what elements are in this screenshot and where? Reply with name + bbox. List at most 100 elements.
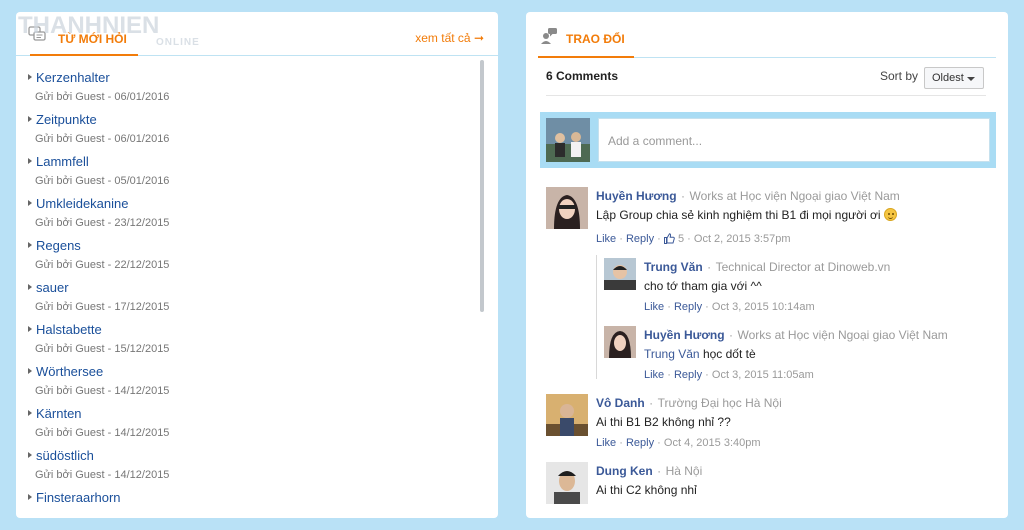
author-name[interactable]: Dung Ken (596, 464, 653, 478)
caret-right-icon (28, 284, 32, 290)
sort-dropdown[interactable]: Oldest (924, 67, 984, 89)
new-questions-title: TỪ MỚI HỎI (58, 32, 127, 46)
avatar (546, 187, 588, 229)
question-link[interactable]: Lammfell (36, 154, 89, 169)
comment: Dung Ken · Hà Nội Ai thi C2 không nhỉ (546, 462, 996, 510)
author-name[interactable]: Huyền Hương (596, 189, 677, 203)
like-link[interactable]: Like (596, 437, 616, 449)
avatar (546, 394, 588, 436)
question-meta: Gửi bởi Guest - 14/12/2015 (35, 427, 170, 439)
question-link[interactable]: Kärnten (36, 406, 82, 421)
list-item: Zeitpunkte Gửi bởi Guest - 06/01/2016 (28, 112, 478, 154)
arrow-right-icon: ➞ (473, 31, 484, 45)
question-meta: Gửi bởi Guest - 22/12/2015 (35, 259, 170, 271)
question-link[interactable]: sauer (36, 280, 69, 295)
chat-bubbles-icon (28, 26, 46, 41)
list-item: Lammfell Gửi bởi Guest - 05/01/2016 (28, 154, 478, 196)
list-item: sauer Gửi bởi Guest - 17/12/2015 (28, 280, 478, 322)
avatar (546, 462, 588, 504)
question-link[interactable]: Kerzenhalter (36, 70, 110, 85)
title-underline (30, 54, 138, 56)
like-link[interactable]: Like (644, 369, 664, 381)
reply-thread-line (596, 255, 597, 379)
timestamp[interactable]: Oct 2, 2015 3:57pm (694, 233, 791, 245)
comment-text: Ai thi C2 không nhỉ (596, 483, 697, 497)
timestamp[interactable]: Oct 4, 2015 3:40pm (664, 437, 761, 449)
like-count: 5 (677, 233, 685, 245)
avatar (604, 326, 636, 358)
timestamp[interactable]: Oct 3, 2015 11:05am (712, 369, 814, 381)
author-subtitle: Technical Director at Dinoweb.vn (715, 260, 891, 274)
author-name[interactable]: Trung Văn (644, 260, 703, 274)
question-meta: Gửi bởi Guest - 06/01/2016 (35, 91, 170, 103)
list-item: Regens Gửi bởi Guest - 22/12/2015 (28, 238, 478, 280)
author-name[interactable]: Huyền Hương (644, 328, 725, 342)
comment-text: Lập Group chia sẻ kinh nghiệm thi B1 đi … (596, 208, 897, 222)
caret-right-icon (28, 74, 32, 80)
question-meta: Gửi bởi Guest - 05/01/2016 (35, 175, 170, 187)
caret-right-icon (28, 410, 32, 416)
comment-text: Ai thi B1 B2 không nhỉ ?? (596, 415, 731, 429)
question-meta: Gửi bởi Guest - 14/12/2015 (35, 469, 170, 481)
caret-right-icon (28, 494, 32, 500)
caret-down-icon (967, 77, 975, 81)
question-link[interactable]: Umkleidekanine (36, 196, 129, 211)
question-link[interactable]: Halstabette (36, 322, 102, 337)
comment-header: Trung Văn · Technical Director at Dinowe… (644, 260, 891, 274)
list-item: südöstlich Gửi bởi Guest - 14/12/2015 (28, 448, 478, 490)
author-subtitle: Works at Học viện Ngoại giao Việt Nam (737, 328, 948, 342)
question-link[interactable]: Regens (36, 238, 81, 253)
new-comment-box: Add a comment... (540, 112, 996, 168)
list-item: Finsteraarhorn (28, 490, 478, 518)
like-link[interactable]: Like (644, 301, 664, 313)
comment-text: Trung Văn học dốt tè (644, 347, 756, 361)
caret-right-icon (28, 200, 32, 206)
reply-link[interactable]: Reply (626, 233, 654, 245)
scrollbar-thumb[interactable] (480, 60, 484, 312)
caret-right-icon (28, 326, 32, 332)
list-item: Wörthersee Gửi bởi Guest - 14/12/2015 (28, 364, 478, 406)
question-meta: Gửi bởi Guest - 17/12/2015 (35, 301, 170, 313)
caret-right-icon (28, 452, 32, 458)
author-subtitle: Hà Nội (665, 464, 703, 478)
sort-label: Sort by (880, 69, 919, 83)
timestamp[interactable]: Oct 3, 2015 10:14am (712, 301, 815, 313)
list-item: Halstabette Gửi bởi Guest - 15/12/2015 (28, 322, 478, 364)
mention-link[interactable]: Trung Văn (644, 347, 700, 361)
comment-header: Vô Danh · Trường Đại học Hà Nội (596, 396, 782, 410)
question-link[interactable]: südöstlich (36, 448, 94, 463)
question-link[interactable]: Wörthersee (36, 364, 103, 379)
title-underline (538, 56, 634, 58)
comment-actions: Like · Reply · Oct 3, 2015 11:05am (644, 369, 814, 381)
author-name[interactable]: Vô Danh (596, 396, 645, 410)
list-item: Kerzenhalter Gửi bởi Guest - 06/01/2016 (28, 70, 478, 112)
thumbs-up-icon (663, 233, 675, 244)
comment: Vô Danh · Trường Đại học Hà Nội Ai thi B… (546, 394, 996, 452)
question-link[interactable]: Finsteraarhorn (36, 490, 121, 505)
reply-link[interactable]: Reply (626, 437, 654, 449)
question-meta: Gửi bởi Guest - 14/12/2015 (35, 385, 170, 397)
view-all-link[interactable]: xem tất cả ➞ (415, 31, 484, 45)
reply-link[interactable]: Reply (674, 301, 702, 313)
discussion-header: TRAO ĐỔI (538, 12, 996, 58)
comment-input[interactable]: Add a comment... (598, 118, 990, 162)
comment-actions: Like · Reply · 5 · Oct 2, 2015 3:57pm (596, 233, 791, 245)
smile-emoji-icon (883, 208, 897, 221)
discussion-title: TRAO ĐỔI (566, 32, 625, 46)
list-item: Kärnten Gửi bởi Guest - 14/12/2015 (28, 406, 478, 448)
comments-bar: 6 Comments Sort by Oldest (546, 62, 986, 96)
comment-text: cho tớ tham gia với ^^ (644, 279, 762, 293)
caret-right-icon (28, 116, 32, 122)
comment-header: Dung Ken · Hà Nội (596, 464, 703, 478)
comment-header: Huyền Hương · Works at Học viện Ngoại gi… (596, 189, 900, 203)
reply-link[interactable]: Reply (674, 369, 702, 381)
new-questions-header: TỪ MỚI HỎI xem tất cả ➞ THANHNIEN ONLINE (16, 12, 498, 56)
question-meta: Gửi bởi Guest - 06/01/2016 (35, 133, 170, 145)
like-link[interactable]: Like (596, 233, 616, 245)
caret-right-icon (28, 242, 32, 248)
current-user-avatar (546, 118, 590, 162)
comment: Huyền Hương · Works at Học viện Ngoại gi… (546, 187, 996, 249)
people-talk-icon (541, 28, 557, 44)
question-link[interactable]: Zeitpunkte (36, 112, 97, 127)
question-list: Kerzenhalter Gửi bởi Guest - 06/01/2016 Z… (28, 70, 478, 518)
